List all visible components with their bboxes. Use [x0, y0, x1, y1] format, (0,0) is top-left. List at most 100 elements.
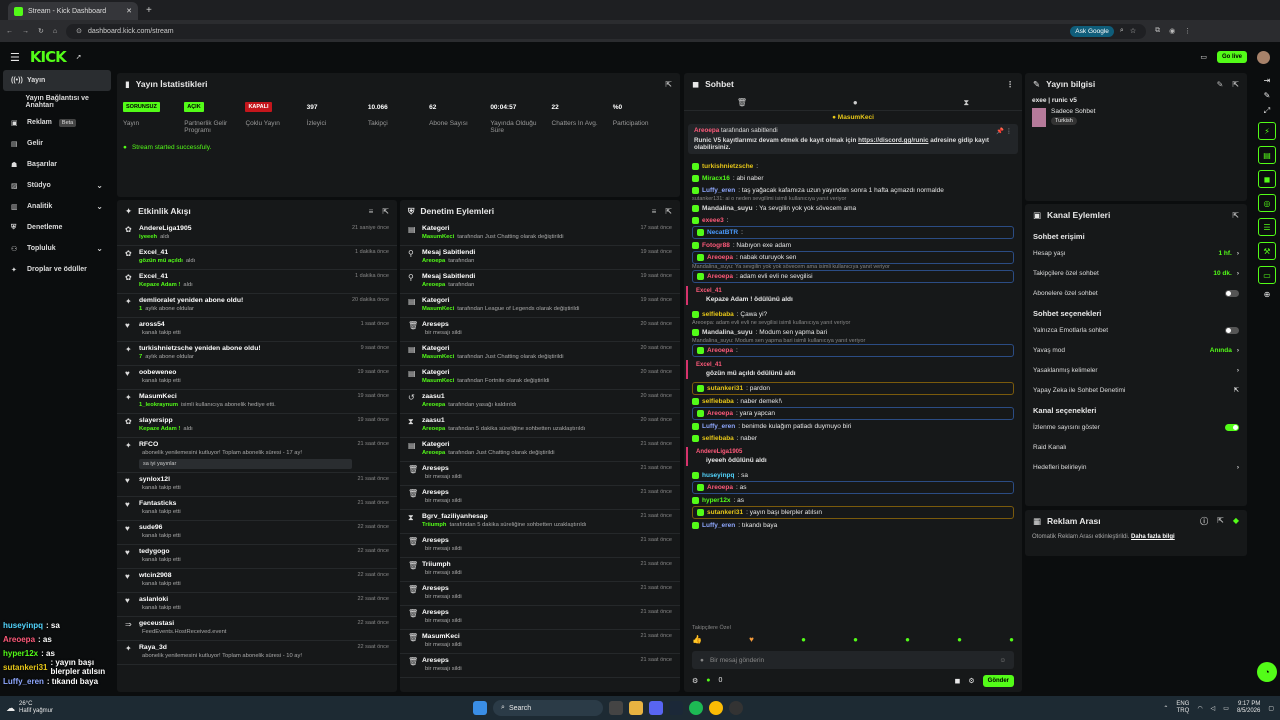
chevron-down-icon[interactable]: ⌄ [96, 202, 103, 211]
trash-tab-icon[interactable]: 🗑 [737, 98, 747, 107]
setting-row[interactable]: Hesap yaşı 1 hf. › [1025, 243, 1247, 263]
chat-username[interactable]: Areoepa [707, 410, 733, 417]
chat-username[interactable]: selfiebaba [702, 398, 734, 405]
list-item[interactable]: 🗑 Areseps bir mesajı sildi 21 saat önce [400, 486, 680, 510]
popout-icon[interactable]: ⇱ [1232, 80, 1239, 89]
language-indicator[interactable]: ENG TRQ [1176, 701, 1189, 715]
setting-row[interactable]: Hedefleri belirleyin › [1025, 457, 1247, 477]
chat-message[interactable]: Areoepa: [692, 344, 1014, 357]
list-item[interactable]: ♥ Fantasticks kanalı takip etti 21 saat önc… [117, 497, 397, 521]
popout-icon[interactable]: ⇱ [382, 207, 389, 216]
chat-message[interactable]: exeee3: [684, 214, 1022, 226]
sidebar-item-0[interactable]: ((•)) Yayın [3, 70, 111, 91]
list-item[interactable]: ✦ RFCO abonelik yenilemesini kutluyor! Top… [117, 438, 397, 473]
chat-username[interactable]: huseyinpq [702, 472, 735, 479]
start-icon[interactable] [473, 701, 488, 715]
chevron-right-icon[interactable]: › [1237, 250, 1239, 257]
list-item[interactable]: ⧗ zaasu1 Areoepa tarafından 5 dakika süreli… [400, 414, 680, 438]
list-item[interactable]: ✿ Excel_41 gözün mü açıldı aldı 1 dakika önc… [117, 246, 397, 270]
redeem-user[interactable]: AndereLiga1905 [696, 449, 1014, 455]
avatar[interactable] [1257, 50, 1270, 64]
list-item[interactable]: 🗑 Triiumph bir mesajı sildi 21 saat önce [400, 558, 680, 582]
list-item[interactable]: 🗑 Areseps bir mesajı sildi 20 saat önce [400, 318, 680, 342]
list-item[interactable]: ✿ slayersipp Kepaze Adam ! aldı 19 saat önce [117, 414, 397, 438]
emote-bar[interactable]: 👍 ♥ ● ● ● ● ● [692, 635, 1014, 647]
sidebar-item-1[interactable]: Yayın Bağlantısı ve Anahtarı [3, 91, 111, 112]
popout-icon[interactable]: ⇱ [665, 207, 672, 216]
chat-username[interactable]: Luffy_eren [702, 522, 735, 529]
chat-message[interactable]: hyper12x: as [684, 494, 1022, 506]
spotify-icon[interactable] [689, 701, 704, 715]
sidebar-item-8[interactable]: ⚇ Topluluk ⌄ [3, 238, 111, 259]
gear-icon[interactable]: ⚙ [968, 677, 974, 685]
sidebar-item-5[interactable]: ▨ Stüdyo ⌄ [3, 175, 111, 196]
setting-row[interactable]: Yalnızca Emotlarla sohbet [1025, 320, 1247, 340]
ask-google-button[interactable]: Ask Google [1070, 25, 1114, 37]
close-icon[interactable]: ✕ [126, 7, 132, 15]
chat-username[interactable]: Areoepa [707, 347, 733, 354]
list-item[interactable]: ✦ turkishnietzsche yeniden abone oldu! 7 ay… [117, 342, 397, 366]
popout-icon[interactable]: ⇱ [1217, 516, 1224, 527]
document-icon[interactable]: ▤ [1258, 146, 1276, 164]
list-item[interactable]: ♥ aross54 kanalı takip etti 1 saat önce [117, 318, 397, 342]
browser-tab[interactable]: Stream - Kick Dashboard ✕ [8, 2, 138, 20]
extensions-icon[interactable]: ⧉ [1155, 27, 1160, 35]
list-item[interactable]: ↺ zaasu1 Areoepa tarafından yasağı kaldırıl… [400, 390, 680, 414]
chat-message[interactable]: Luffy_eren: benimde kulağım patladı duym… [684, 420, 1022, 432]
chat-message[interactable]: Areoepa: as [692, 481, 1014, 494]
list-item[interactable]: ✿ AndereLiga1905 iyeeeh aldı 21 saniye önce [117, 222, 397, 246]
list-item[interactable]: ⧗ Bgrv_faziliyanhesap Triiumph tarafından 5… [400, 510, 680, 534]
file-explorer-icon[interactable] [629, 701, 644, 715]
volume-icon[interactable]: ◁ [1211, 705, 1216, 712]
list-item[interactable]: 🗑 MasumKeci bir mesajı sildi 21 saat önce [400, 630, 680, 654]
chevron-right-icon[interactable]: › [1237, 347, 1239, 354]
bookmark-icon[interactable]: ☆ [1130, 27, 1136, 35]
chat-username[interactable]: Fotogr88 [702, 242, 730, 249]
sidebar-item-6[interactable]: ▥ Analitik ⌄ [3, 196, 111, 217]
popout-icon[interactable]: ⇱ [1232, 211, 1239, 220]
lightning-icon[interactable]: ⚡ [1258, 122, 1276, 140]
ad-settings-icon[interactable]: ◆ [1233, 516, 1239, 527]
chat-message[interactable]: huseyinpq: sa [684, 469, 1022, 481]
more-icon[interactable]: ⋮ [1006, 80, 1014, 89]
chat-username[interactable]: Mandalina_suyu [702, 205, 753, 212]
setting-row[interactable]: Yapay Zeka ile Sohbet Denetimi ⇱ [1025, 380, 1247, 400]
chat-username[interactable]: turkishnietzsche [702, 163, 753, 170]
sidebar-item-2[interactable]: ▣ Reklam Beta [3, 112, 111, 133]
pin-icon[interactable]: ➚ [76, 53, 82, 61]
back-icon[interactable]: ← [6, 28, 13, 35]
taskbar-search[interactable]: ⌕ Search [493, 700, 604, 716]
filter-icon[interactable]: ≡ [652, 207, 657, 216]
list-item[interactable]: ▤ Kategori MasumKeci tarafından Just Chatti… [400, 222, 680, 246]
chat-message[interactable]: Luffy_eren: taş yağacak kafamıza uzun ya… [684, 184, 1022, 196]
setting-row[interactable]: Yasaklanmış kelimeler › [1025, 360, 1247, 380]
add-widget-icon[interactable]: ⊕ [1258, 290, 1276, 299]
chat-message[interactable]: selfiebaba: Çawa yi? [684, 308, 1022, 320]
pencil-icon[interactable]: ✎ [1258, 91, 1276, 100]
notification-icon[interactable]: ▢ [1268, 705, 1274, 712]
chat-message[interactable]: Miracx16: abi naber [684, 172, 1022, 184]
chat-username[interactable]: Areoepa [707, 273, 733, 280]
broadcast-icon[interactable]: ◎ [1258, 194, 1276, 212]
ads-learn-more-link[interactable]: Daha fazla bilgi [1131, 534, 1175, 540]
timer-tab-icon[interactable]: ⧗ [963, 98, 969, 108]
new-tab-icon[interactable]: + [146, 5, 152, 16]
chat-username[interactable]: Areoepa [707, 484, 733, 491]
site-info-icon[interactable]: ⊙ [76, 27, 82, 35]
go-live-button[interactable]: Go live [1216, 51, 1247, 63]
sidebar-item-7[interactable]: ⛨ Denetleme [3, 217, 111, 238]
chat-bubble-icon[interactable]: ◼ [955, 677, 961, 685]
external-link-icon[interactable]: ⇱ [1234, 386, 1239, 394]
filter-icon[interactable]: ≡ [369, 207, 374, 216]
chrome-icon[interactable] [709, 701, 724, 715]
chat-username[interactable]: Luffy_eren [702, 187, 735, 194]
window-icon[interactable]: ▭ [1258, 266, 1276, 284]
setting-row[interactable]: İzlenme sayısını göster [1025, 417, 1247, 437]
chat-tab-icon[interactable]: ● [853, 98, 858, 107]
chat-input[interactable]: ● Bir mesaj gönderin ☺ [692, 651, 1014, 669]
server-icon[interactable]: ☰ [1258, 218, 1276, 236]
chat-username[interactable]: selfiebaba [702, 435, 734, 442]
pin-icon[interactable]: 📌 ⋮ [996, 127, 1012, 135]
card-icon[interactable]: ▭ [1200, 53, 1207, 61]
redeem-user[interactable]: Excel_41 [696, 288, 1014, 294]
